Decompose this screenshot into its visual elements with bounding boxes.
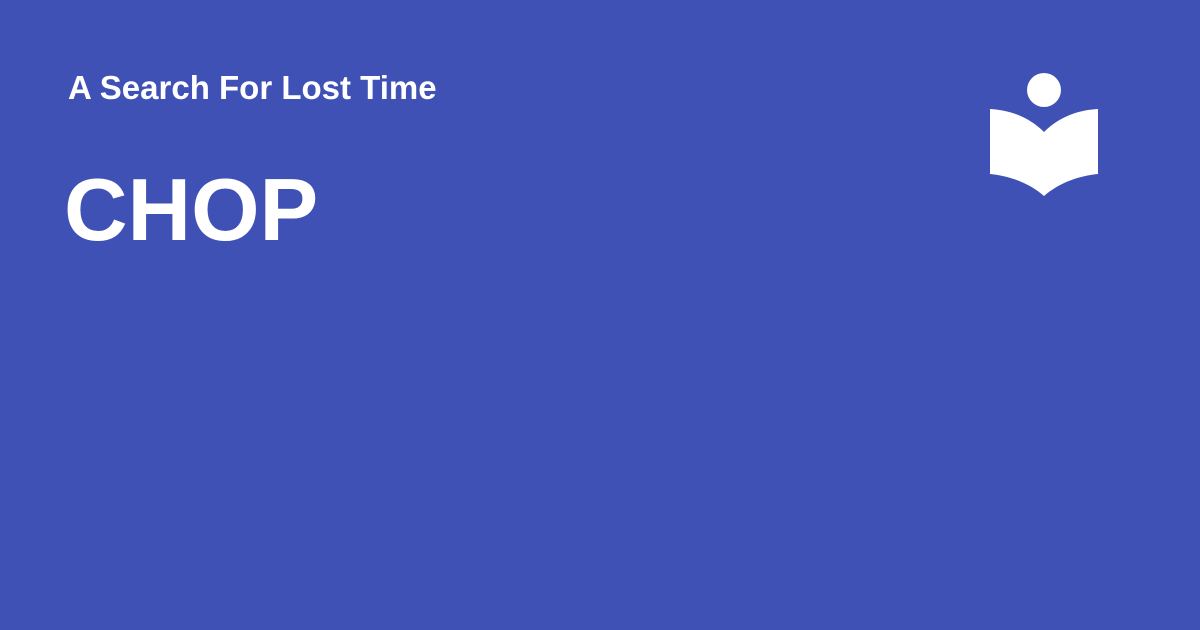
social-share-card: A Search For Lost Time CHOP (0, 0, 1200, 630)
reader-book-icon (990, 73, 1098, 196)
book-title: A Search For Lost Time (68, 69, 437, 106)
page-title: CHOP (64, 160, 319, 259)
